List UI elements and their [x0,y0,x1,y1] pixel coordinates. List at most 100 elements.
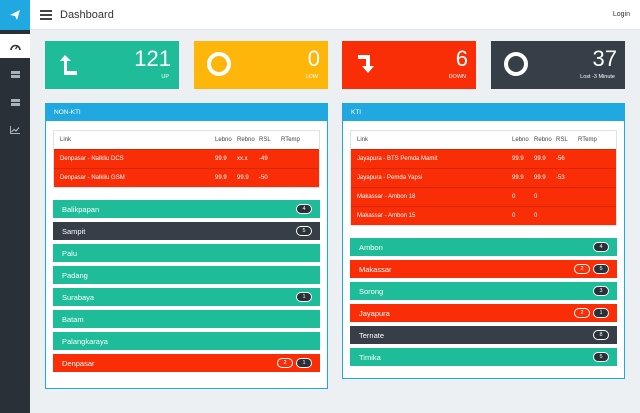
location-item[interactable]: Sampit 5 [53,222,320,240]
location-name: Ternate [359,330,385,340]
nav-server[interactable] [0,90,30,114]
col-rebno: Rebno [534,137,552,143]
count-badge: 4 [593,242,609,252]
stat-card-low[interactable]: 0 LOW [194,41,328,89]
badge-group: 5 [593,352,609,362]
stat-label: LOW [305,74,318,80]
location-name: Ambon [359,242,383,252]
panel-kti: KTI Link Lebno Rebno RSL RTemp Jayapura … [342,103,625,379]
stat-card-lost[interactable]: 37 Lost -3 Minute [491,41,625,89]
location-item[interactable]: Palangkaraya [53,332,320,350]
count-badge: 2 [574,308,590,318]
sidebar [0,0,30,413]
table-row[interactable]: Jayapura - BTS Pemda Mamit 99.9 99.9 -56 [351,149,616,168]
cell-link: Denpasar - Nalkliu GSM [60,175,125,181]
count-badge: 3 [593,286,609,296]
table-row[interactable]: Jayapura - Pemda Yapsi 99.9 99.9 -53 [351,168,616,187]
col-rsl: RSL [259,137,271,143]
col-rtemp: RTemp [578,137,597,143]
location-list: Balikpapan 4 Sampit 5 Palu Padang Surabaya 1 Bat… [46,200,327,388]
stat-value: 121 [134,46,171,71]
location-name: Palangkaraya [62,336,108,346]
cell-rsl: -50 [259,175,268,181]
location-name: Palu [62,248,78,258]
topbar: Dashboard Login [30,0,640,30]
cell-link: Jayapura - Pemda Yapsi [357,175,423,181]
link-table: Link Lebno Rebno RSL RTemp Denpasar - Na… [53,130,320,188]
count-badge: 1 [593,308,609,318]
cell-rsl: -49 [259,156,268,162]
location-item[interactable]: Timika 5 [350,348,617,366]
location-item[interactable]: Palu [53,244,320,262]
count-badge: 2 [574,264,590,274]
location-item[interactable]: Makassar 2 5 [350,260,617,278]
nav-list[interactable] [0,62,30,86]
stat-card-up[interactable]: 121 UP [45,41,179,89]
cell-rebno: 99.9 [237,175,249,181]
cell-lebno: 99.9 [215,156,227,162]
stat-value: 0 [307,46,320,71]
col-lebno: Lebno [215,137,232,143]
server-icon [10,98,20,106]
table-row[interactable]: Makassar - Ambon 18 0 0 [351,187,616,206]
table-row[interactable]: Denpasar - Nalkliu DCS 99.9 xx.x -49 [54,149,319,168]
cell-rebno: 99.9 [534,175,546,181]
link-table: Link Lebno Rebno RSL RTemp Jayapura - BT… [350,130,617,226]
location-item[interactable]: Sorong 3 [350,282,617,300]
location-name: Timika [359,352,381,362]
badge-group: 4 [296,204,312,214]
location-name: Denpasar [62,358,95,368]
location-name: Sorong [359,286,384,296]
col-link: Link [357,137,369,143]
location-item[interactable]: Ternate 8 [350,326,617,344]
cell-rebno: xx.x [237,156,248,162]
location-item[interactable]: Jayapura 2 1 [350,304,617,322]
badge-group: 4 [593,242,609,252]
badge-group: 1 [296,292,312,302]
cell-lebno: 99.9 [215,175,227,181]
badge-group: 5 [296,226,312,236]
location-name: Jayapura [359,308,390,318]
cell-link: Jayapura - BTS Pemda Mamit [357,156,438,162]
col-link: Link [60,137,72,143]
cell-rebno: 99.9 [534,156,546,162]
col-rebno: Rebno [237,137,255,143]
location-item[interactable]: Padang [53,266,320,284]
stat-value: 37 [592,46,617,71]
count-badge: 5 [593,264,609,274]
location-list: Ambon 4 Makassar 2 5 Sorong 3 Jayapura 2 1 Ternate… [343,238,624,378]
location-item[interactable]: Denpasar 2 1 [53,354,320,372]
badge-group: 8 [593,330,609,340]
nav-dashboard[interactable] [0,34,30,58]
table-header: Link Lebno Rebno RSL RTemp [54,131,319,149]
arrow-down-icon [358,55,374,73]
location-item[interactable]: Ambon 4 [350,238,617,256]
cell-lebno: 0 [512,213,516,219]
cell-lebno: 99.9 [512,175,524,181]
col-lebno: Lebno [512,137,529,143]
cell-link: Makassar - Ambon 18 [357,194,416,200]
cell-lebno: 0 [512,194,516,200]
gauge-icon [9,44,21,50]
menu-toggle-icon[interactable] [40,9,52,20]
login-link[interactable]: Login [613,11,630,18]
count-badge: 1 [296,292,312,302]
count-badge: 5 [296,226,312,236]
count-badge: 4 [296,204,312,214]
badge-group: 3 [593,286,609,296]
page-title: Dashboard [60,8,114,21]
location-name: Batam [62,314,84,324]
badge-group: 21 [277,358,312,368]
panel-title: KTI [343,104,624,121]
stat-card-down[interactable]: 6 DOWN [342,41,476,89]
nav-chart[interactable] [0,118,30,142]
location-item[interactable]: Balikpapan 4 [53,200,320,218]
paper-plane-icon [10,10,20,20]
line-chart-icon [10,126,20,134]
location-item[interactable]: Surabaya 1 [53,288,320,306]
table-row[interactable]: Makassar - Ambon 15 0 0 [351,206,616,225]
location-item[interactable]: Batam [53,310,320,328]
table-row[interactable]: Denpasar - Nalkliu GSM 99.9 99.9 -50 [54,168,319,187]
logo[interactable] [0,0,30,30]
cell-link: Makassar - Ambon 15 [357,213,416,219]
